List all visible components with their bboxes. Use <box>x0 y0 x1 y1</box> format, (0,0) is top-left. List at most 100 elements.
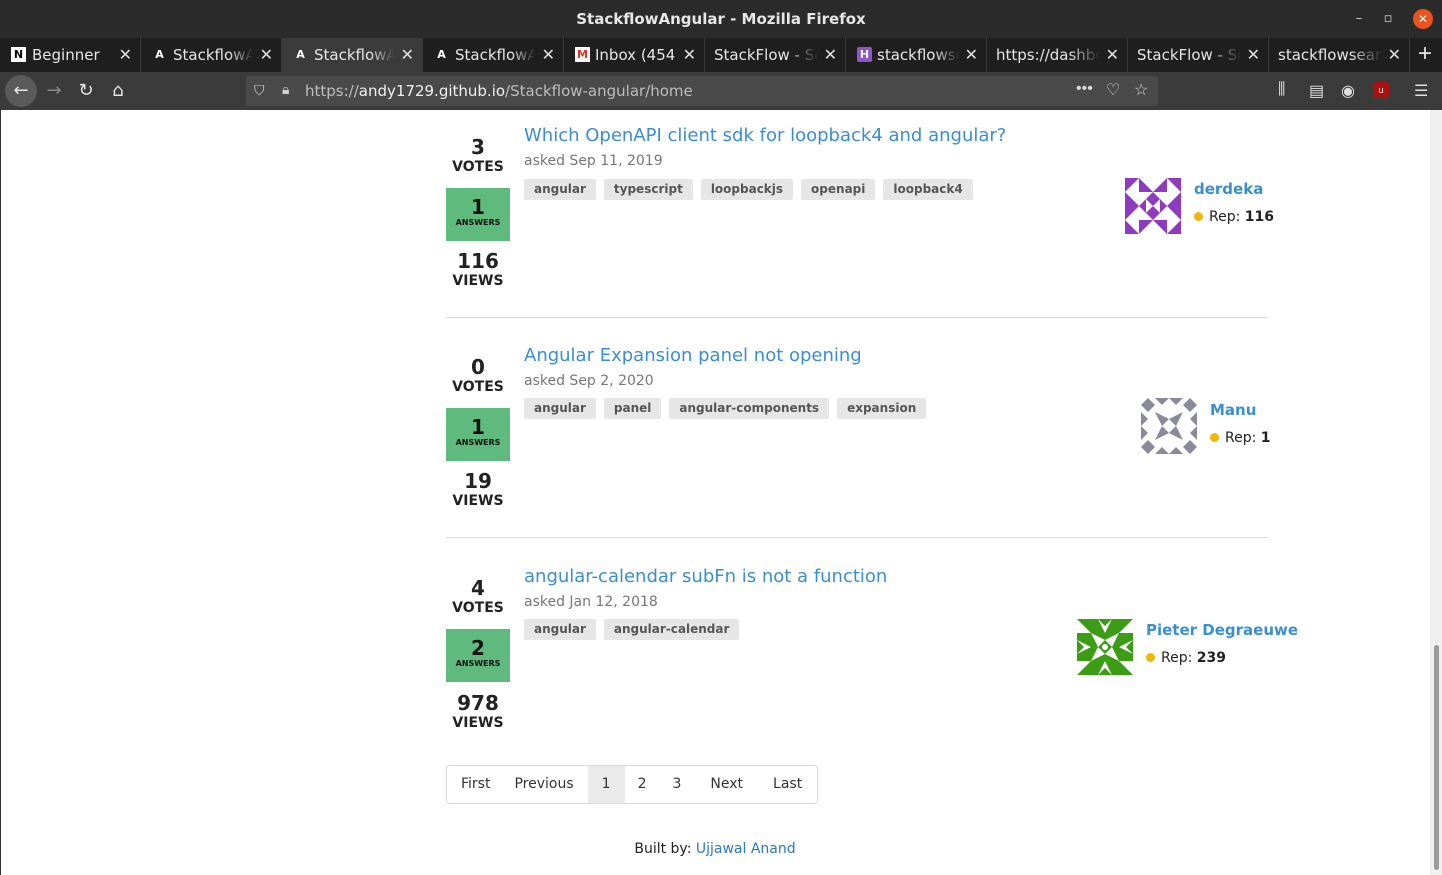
tag[interactable]: typescript <box>603 179 693 200</box>
tab-inbox[interactable]: M Inbox (454) ✕ <box>564 38 705 72</box>
back-button[interactable]: ← <box>5 75 37 107</box>
close-tab-icon[interactable]: ✕ <box>1388 45 1401 64</box>
views-stat: 116 VIEWS <box>446 249 510 289</box>
reload-button[interactable]: ↻ <box>72 77 100 105</box>
page-actions-icon[interactable]: ••• <box>1076 80 1093 98</box>
close-tab-icon[interactable]: ✕ <box>683 45 696 64</box>
pagination-page-2[interactable]: 2 <box>625 766 660 803</box>
ublock-icon[interactable]: u <box>1373 82 1389 98</box>
url-text[interactable]: https://andy1729.github.io/Stackflow-ang… <box>305 82 693 100</box>
answers-count: 2 <box>471 636 485 660</box>
user-avatar[interactable] <box>1141 398 1197 454</box>
votes-label: VOTES <box>452 159 504 175</box>
pagination-next[interactable]: Next <box>694 766 757 803</box>
tracking-protection-icon[interactable]: ⛉ <box>254 82 265 99</box>
close-tab-icon[interactable]: ✕ <box>1106 45 1119 64</box>
pagination-last[interactable]: Last <box>757 766 817 803</box>
tag[interactable]: loopback4 <box>883 179 973 200</box>
rep-dot-icon <box>1194 212 1203 221</box>
tab-stackflow-search-2[interactable]: StackFlow - Search ✕ <box>1128 38 1269 72</box>
tab-stackflowangular-active[interactable]: A StackflowAngular ✕ <box>282 38 423 72</box>
question-title-link[interactable]: angular-calendar subFn is not a function <box>524 566 887 587</box>
tab-beginner[interactable]: N Beginner ✕ <box>0 38 141 72</box>
tag[interactable]: expansion <box>837 398 927 419</box>
rep-label: Rep: <box>1209 209 1241 225</box>
minimize-icon[interactable]: – <box>1349 9 1369 29</box>
bookmark-star-icon[interactable]: ☆ <box>1134 80 1148 100</box>
close-tab-icon[interactable]: ✕ <box>119 45 132 64</box>
answers-count: 1 <box>471 195 485 219</box>
rep-value: 239 <box>1196 650 1227 666</box>
user-avatar[interactable] <box>1125 178 1181 234</box>
user-name-link[interactable]: derdeka <box>1194 180 1263 198</box>
answers-badge: 1 ANSWERS <box>446 188 510 241</box>
asked-date: asked Sep 11, 2019 <box>524 153 663 169</box>
tab-stackflowangular-3[interactable]: A StackflowAngular ✕ <box>423 38 564 72</box>
notion-icon: N <box>11 47 26 62</box>
pagination-page-1[interactable]: 1 <box>587 766 625 803</box>
home-button[interactable]: ⌂ <box>104 77 132 105</box>
library-icon[interactable]: ⫼ <box>1278 81 1285 99</box>
votes-count: 0 <box>471 355 485 379</box>
pagination-previous[interactable]: Previous <box>504 766 587 803</box>
tag[interactable]: panel <box>603 398 662 419</box>
pagination-page-3[interactable]: 3 <box>659 766 694 803</box>
tag[interactable]: angular-components <box>669 398 830 419</box>
heroku-icon: H <box>857 47 872 62</box>
tab-stackflowangular-1[interactable]: A StackflowAngular ✕ <box>141 38 282 72</box>
user-avatar[interactable] <box>1077 619 1133 675</box>
question-title-link[interactable]: Which OpenAPI client sdk for loopback4 a… <box>524 125 1006 146</box>
close-tab-icon[interactable]: ✕ <box>401 45 414 64</box>
account-icon[interactable]: ◉ <box>1341 81 1355 101</box>
tab-label: StackFlow - Search <box>1137 46 1241 64</box>
forward-button[interactable]: → <box>40 77 68 105</box>
gmail-icon: M <box>575 47 590 62</box>
close-window-icon[interactable]: ✕ <box>1413 9 1433 29</box>
user-name-link[interactable]: Manu <box>1210 401 1256 419</box>
pagination-first[interactable]: First <box>447 766 504 803</box>
tag[interactable]: loopbackjs <box>700 179 794 200</box>
votes-count: 4 <box>471 576 485 600</box>
close-tab-icon[interactable]: ✕ <box>542 45 555 64</box>
rep-dot-icon <box>1146 653 1155 662</box>
tab-stackflowsearch-2[interactable]: stackflowsearch ✕ <box>1269 38 1410 72</box>
tag[interactable]: openapi <box>801 179 876 200</box>
user-card: Pieter Degraeuwe Rep: 239 <box>1068 619 1298 675</box>
footer-prefix: Built by: <box>634 841 692 857</box>
tag-list: angular angular-calendar <box>524 619 743 640</box>
close-tab-icon[interactable]: ✕ <box>260 45 273 64</box>
scrollbar-thumb[interactable] <box>1434 645 1439 870</box>
menu-icon[interactable]: ☰ <box>1414 81 1428 101</box>
maximize-icon[interactable]: ▫ <box>1378 9 1398 29</box>
new-tab-button[interactable]: + <box>1412 42 1438 68</box>
question-title-link[interactable]: Angular Expansion panel not opening <box>524 345 862 366</box>
votes-stat: 4 VOTES <box>446 576 510 616</box>
angular-icon: A <box>155 48 164 61</box>
rep-value: 1 <box>1260 430 1271 446</box>
tag[interactable]: angular-calendar <box>603 619 740 640</box>
url-bar[interactable]: ⛉ 🔒︎ https://andy1729.github.io/Stackflo… <box>246 76 1158 106</box>
views-count: 19 <box>464 469 492 493</box>
pagination: First Previous 1 2 3 Next Last <box>446 765 819 804</box>
close-tab-icon[interactable]: ✕ <box>965 45 978 64</box>
pocket-icon[interactable]: ♡ <box>1106 80 1120 100</box>
votes-count: 3 <box>471 135 485 159</box>
tag[interactable]: angular <box>524 179 596 200</box>
close-tab-icon[interactable]: ✕ <box>824 45 837 64</box>
window-title: StackflowAngular - Mozilla Firefox <box>576 10 866 28</box>
sidebar-icon[interactable]: ▤ <box>1309 81 1324 101</box>
lock-icon[interactable]: 🔒︎ <box>282 81 289 98</box>
close-tab-icon[interactable]: ✕ <box>1247 45 1260 64</box>
tab-label: stackflowsearch <box>877 46 959 64</box>
page-scrollbar[interactable] <box>1430 110 1442 875</box>
tab-dashboard[interactable]: https://dashboard ✕ <box>987 38 1128 72</box>
rep-value: 116 <box>1244 209 1275 225</box>
votes-label: VOTES <box>452 379 504 395</box>
tab-label: StackflowAngular <box>173 46 253 64</box>
tag[interactable]: angular <box>524 398 596 419</box>
author-link[interactable]: Ujjawal Anand <box>696 841 796 857</box>
tab-stackflow-search-1[interactable]: StackFlow - Search ✕ <box>705 38 846 72</box>
tag[interactable]: angular <box>524 619 596 640</box>
tab-stackflowsearch-heroku[interactable]: H stackflowsearch ✕ <box>846 38 987 72</box>
user-name-link[interactable]: Pieter Degraeuwe <box>1146 621 1298 639</box>
